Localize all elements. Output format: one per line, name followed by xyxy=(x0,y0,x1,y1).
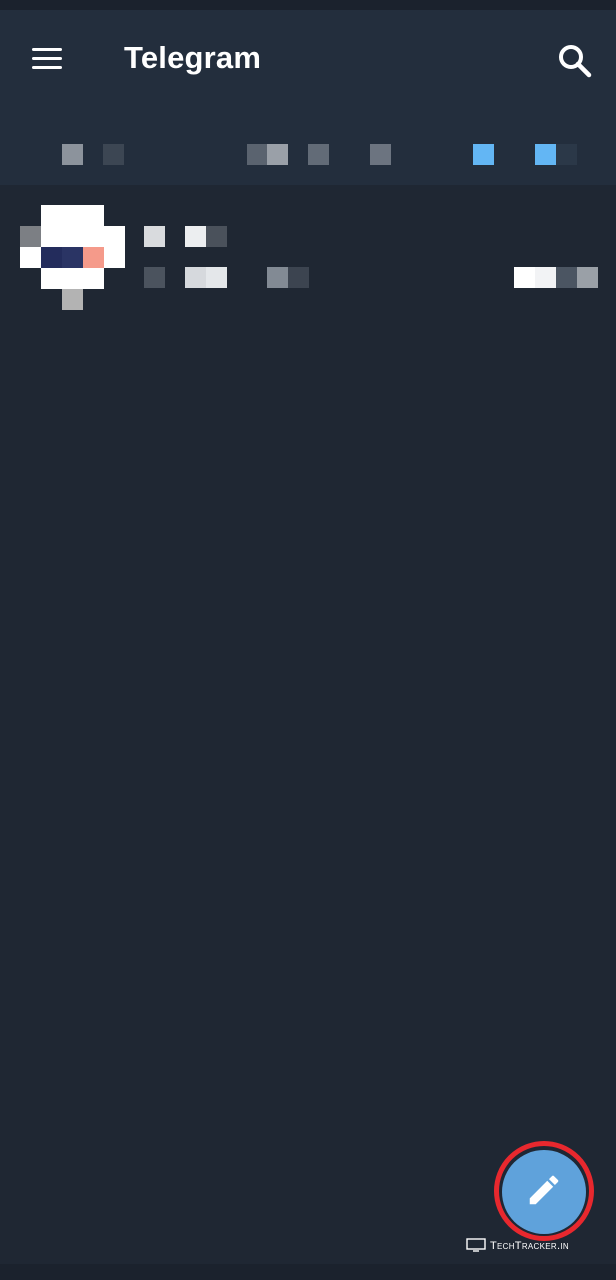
chat-list-item[interactable] xyxy=(0,195,616,315)
app-title: Telegram xyxy=(124,40,262,75)
hamburger-menu-icon[interactable] xyxy=(28,45,66,73)
search-icon[interactable] xyxy=(554,40,596,82)
folder-tabs[interactable] xyxy=(0,140,616,188)
pencil-icon xyxy=(525,1171,563,1214)
top-app-bar: Telegram xyxy=(0,10,616,185)
navigation-bar xyxy=(0,1264,616,1280)
chat-timestamp xyxy=(514,267,598,288)
avatar xyxy=(20,205,125,310)
chat-message-preview xyxy=(144,267,314,288)
watermark: TechTracker.in xyxy=(466,1237,569,1255)
watermark-text: TechTracker.in xyxy=(490,1240,569,1252)
new-message-button[interactable] xyxy=(502,1150,586,1234)
status-bar xyxy=(0,0,616,10)
chat-name xyxy=(144,226,228,247)
monitor-icon xyxy=(466,1237,486,1255)
